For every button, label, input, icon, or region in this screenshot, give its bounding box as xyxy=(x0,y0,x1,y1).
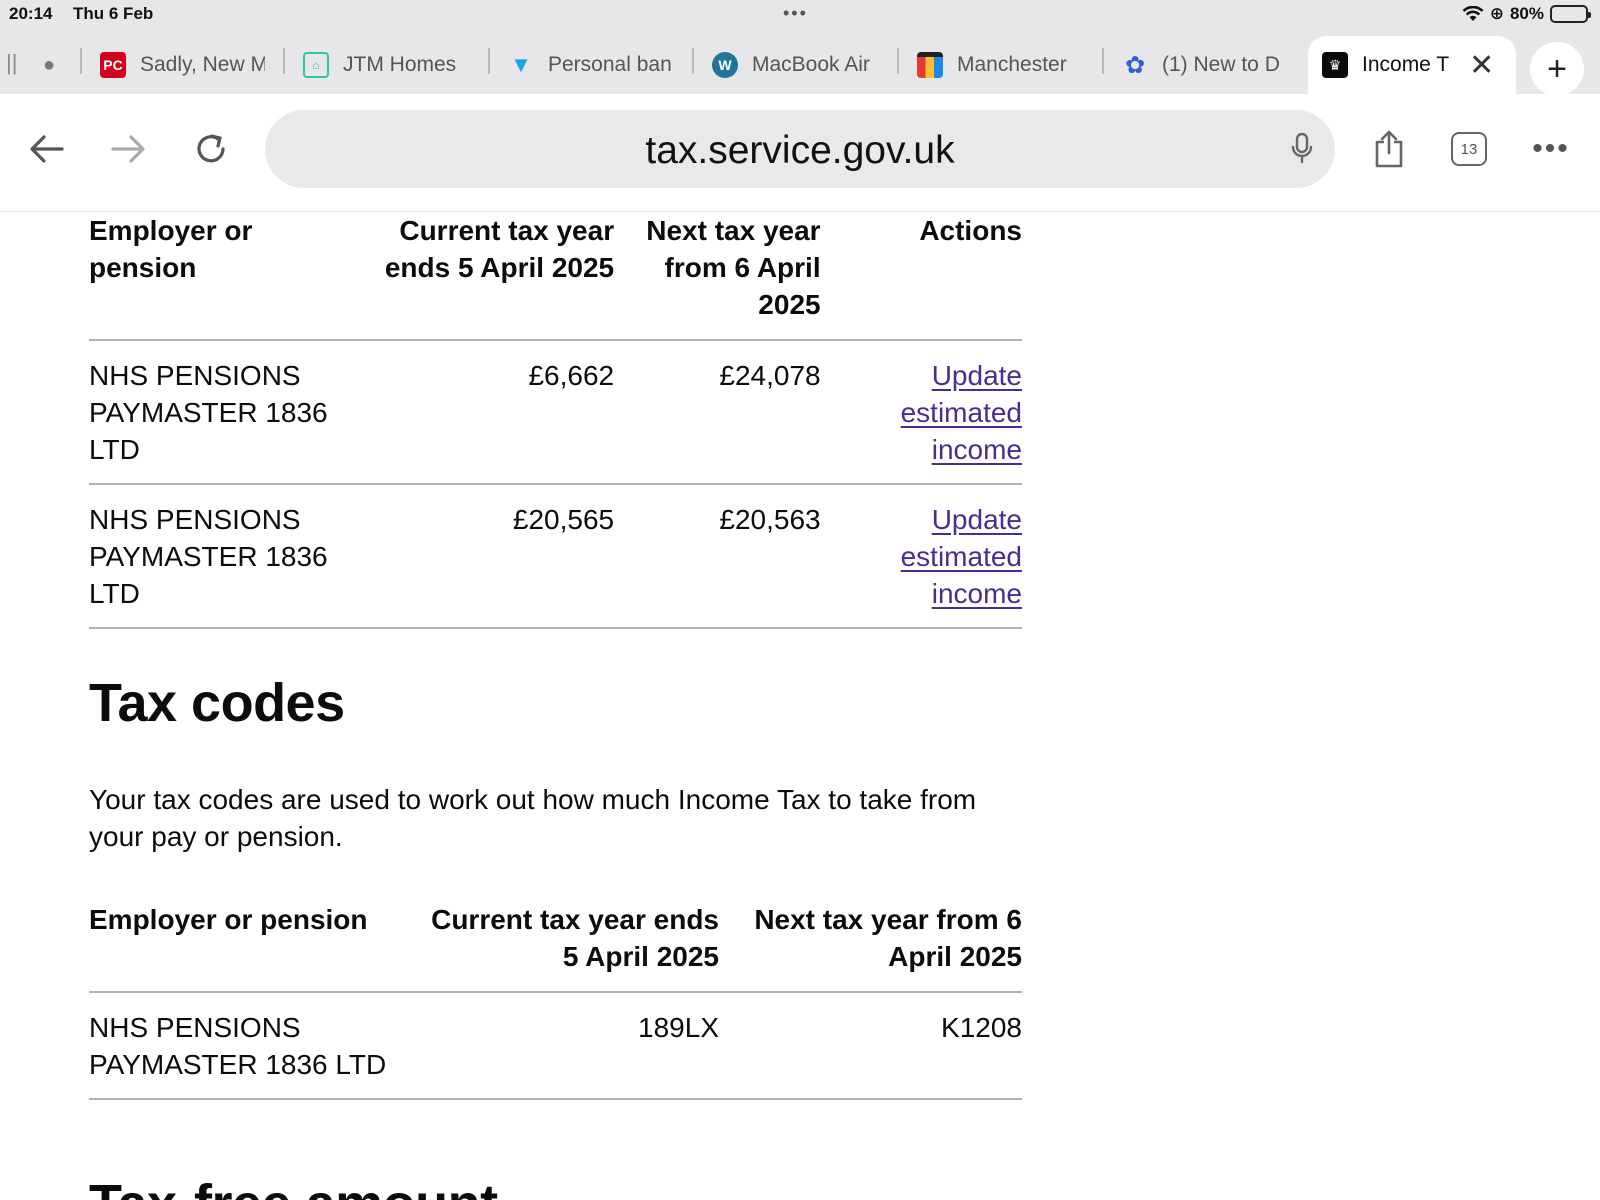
tab-separator xyxy=(488,48,490,74)
table-row: NHS PENSIONS PAYMASTER 1836 LTD £20,565 … xyxy=(89,484,1022,629)
wifi-icon xyxy=(1462,6,1484,22)
current-income-cell: £20,565 xyxy=(329,484,615,629)
multitasking-dots-icon[interactable]: ••• xyxy=(783,3,808,24)
status-right: ⊕ 80% xyxy=(1462,4,1591,24)
next-tax-code-cell: K1208 xyxy=(719,992,1022,1100)
forward-arrow-icon xyxy=(111,135,145,163)
tab-label: Income T xyxy=(1362,53,1450,76)
tab-separator xyxy=(80,48,82,74)
tab-separator xyxy=(283,48,285,74)
tab-separator xyxy=(692,48,694,74)
orientation-lock-icon: ⊕ xyxy=(1489,4,1504,23)
crown-icon: ♛ xyxy=(1322,52,1348,78)
tab-separator xyxy=(1102,48,1104,74)
microphone-icon[interactable] xyxy=(1291,132,1313,169)
status-time: 20:14 xyxy=(9,4,53,23)
address-bar[interactable]: tax.service.gov.uk xyxy=(265,110,1335,188)
tab-label: MacBook Air xyxy=(752,53,870,76)
barclays-eagle-icon: ▼ xyxy=(510,52,532,77)
home-favicon-icon: ⌂ xyxy=(303,52,329,78)
sidebar-toggle-icon[interactable]: || xyxy=(6,50,17,76)
table-header-row: Employer or pension Current tax year end… xyxy=(89,212,1022,341)
tab-apple[interactable]: ● xyxy=(36,42,66,88)
current-tax-code-cell: 189LX xyxy=(419,992,719,1100)
employer-cell: NHS PENSIONS PAYMASTER 1836 LTD xyxy=(89,340,330,485)
tab-6-active[interactable]: ♛ Income T ✕ xyxy=(1308,36,1516,94)
tab-label: JTM Homes xyxy=(343,53,457,76)
tab-0[interactable]: PC Sadly, New M xyxy=(100,42,265,88)
flower-icon: ✿ xyxy=(1124,51,1146,79)
pc-favicon-icon: PC xyxy=(100,52,126,78)
action-cell: Update estimated income xyxy=(820,484,1022,629)
battery-icon xyxy=(1550,5,1591,23)
tax-free-amount-heading: Tax-free amount xyxy=(89,1174,1022,1200)
header-employer: Employer or pension xyxy=(89,212,330,341)
next-income-cell: £20,563 xyxy=(614,484,821,629)
url-text: tax.service.gov.uk xyxy=(645,129,955,172)
tab-overview-button[interactable]: 13 xyxy=(1444,124,1494,174)
reload-button[interactable] xyxy=(186,124,236,174)
employer-cell: NHS PENSIONS PAYMASTER 1836 LTD xyxy=(89,992,419,1100)
table-header-row: Employer or pension Current tax year end… xyxy=(89,901,1022,993)
tab-4[interactable]: Manchester xyxy=(917,42,1082,88)
battery-percent: 80% xyxy=(1509,4,1544,23)
reload-icon xyxy=(197,134,225,163)
header-next-year: Next tax year from 6 April 2025 xyxy=(719,901,1022,993)
tax-codes-heading: Tax codes xyxy=(89,673,345,733)
tab-separator xyxy=(897,48,899,74)
action-cell: Update estimated income xyxy=(820,340,1022,485)
tab-label: Sadly, New M xyxy=(140,53,265,76)
tab-5[interactable]: ✿ (1) New to D xyxy=(1122,42,1287,88)
header-employer: Employer or pension xyxy=(89,901,419,993)
share-icon xyxy=(1375,130,1403,168)
status-bar: 20:14 Thu 6 Feb ••• ⊕ 80% xyxy=(0,0,1600,30)
browser-toolbar: tax.service.gov.uk 13 ••• xyxy=(0,94,1600,212)
status-date: Thu 6 Feb xyxy=(73,4,154,23)
tab-3[interactable]: W MacBook Air xyxy=(712,42,877,88)
tab-label: Manchester xyxy=(957,53,1067,76)
tab-1[interactable]: ⌂ JTM Homes xyxy=(303,42,468,88)
table-row: NHS PENSIONS PAYMASTER 1836 LTD 189LX K1… xyxy=(89,992,1022,1100)
income-table: Employer or pension Current tax year end… xyxy=(89,212,1022,629)
header-current-year: Current tax year ends 5 April 2025 xyxy=(329,212,615,341)
close-icon[interactable]: ✕ xyxy=(1469,48,1494,83)
header-actions: Actions xyxy=(820,212,1022,341)
manchester-building-icon xyxy=(917,52,943,78)
apple-icon: ● xyxy=(42,53,56,76)
back-button[interactable] xyxy=(22,124,72,174)
tab-count-badge: 13 xyxy=(1451,132,1487,166)
employer-cell: NHS PENSIONS PAYMASTER 1836 LTD xyxy=(89,484,330,629)
forward-button[interactable] xyxy=(103,124,153,174)
current-income-cell: £6,662 xyxy=(329,340,615,485)
tax-codes-description: Your tax codes are used to work out how … xyxy=(89,784,977,852)
ellipsis-icon: ••• xyxy=(1532,132,1570,165)
update-estimated-income-link[interactable]: Update estimated income xyxy=(901,360,1022,465)
header-next-year: Next tax year from 6 April 2025 xyxy=(614,212,821,341)
tax-codes-table: Employer or pension Current tax year end… xyxy=(89,901,1022,1100)
tab-label: (1) New to D xyxy=(1162,53,1280,76)
back-arrow-icon xyxy=(30,135,64,163)
table-row: NHS PENSIONS PAYMASTER 1836 LTD £6,662 £… xyxy=(89,340,1022,485)
more-options-button[interactable]: ••• xyxy=(1526,124,1576,174)
browser-chrome-top: 20:14 Thu 6 Feb ••• ⊕ 80% || ● PC Sadly,… xyxy=(0,0,1600,96)
page-content: Employer or pension Current tax year end… xyxy=(89,212,1022,1200)
next-income-cell: £24,078 xyxy=(614,340,821,485)
wordpress-icon: W xyxy=(712,52,738,78)
header-current-year: Current tax year ends 5 April 2025 xyxy=(419,901,719,993)
share-button[interactable] xyxy=(1364,124,1414,174)
plus-icon: + xyxy=(1547,49,1567,88)
tab-label: Personal ban xyxy=(548,53,672,76)
tab-2[interactable]: ▼ Personal ban xyxy=(508,42,673,88)
new-tab-button[interactable]: + xyxy=(1530,42,1584,96)
tab-strip: || ● PC Sadly, New M ⌂ JTM Homes ▼ Perso… xyxy=(0,36,1600,96)
update-estimated-income-link[interactable]: Update estimated income xyxy=(901,504,1022,609)
